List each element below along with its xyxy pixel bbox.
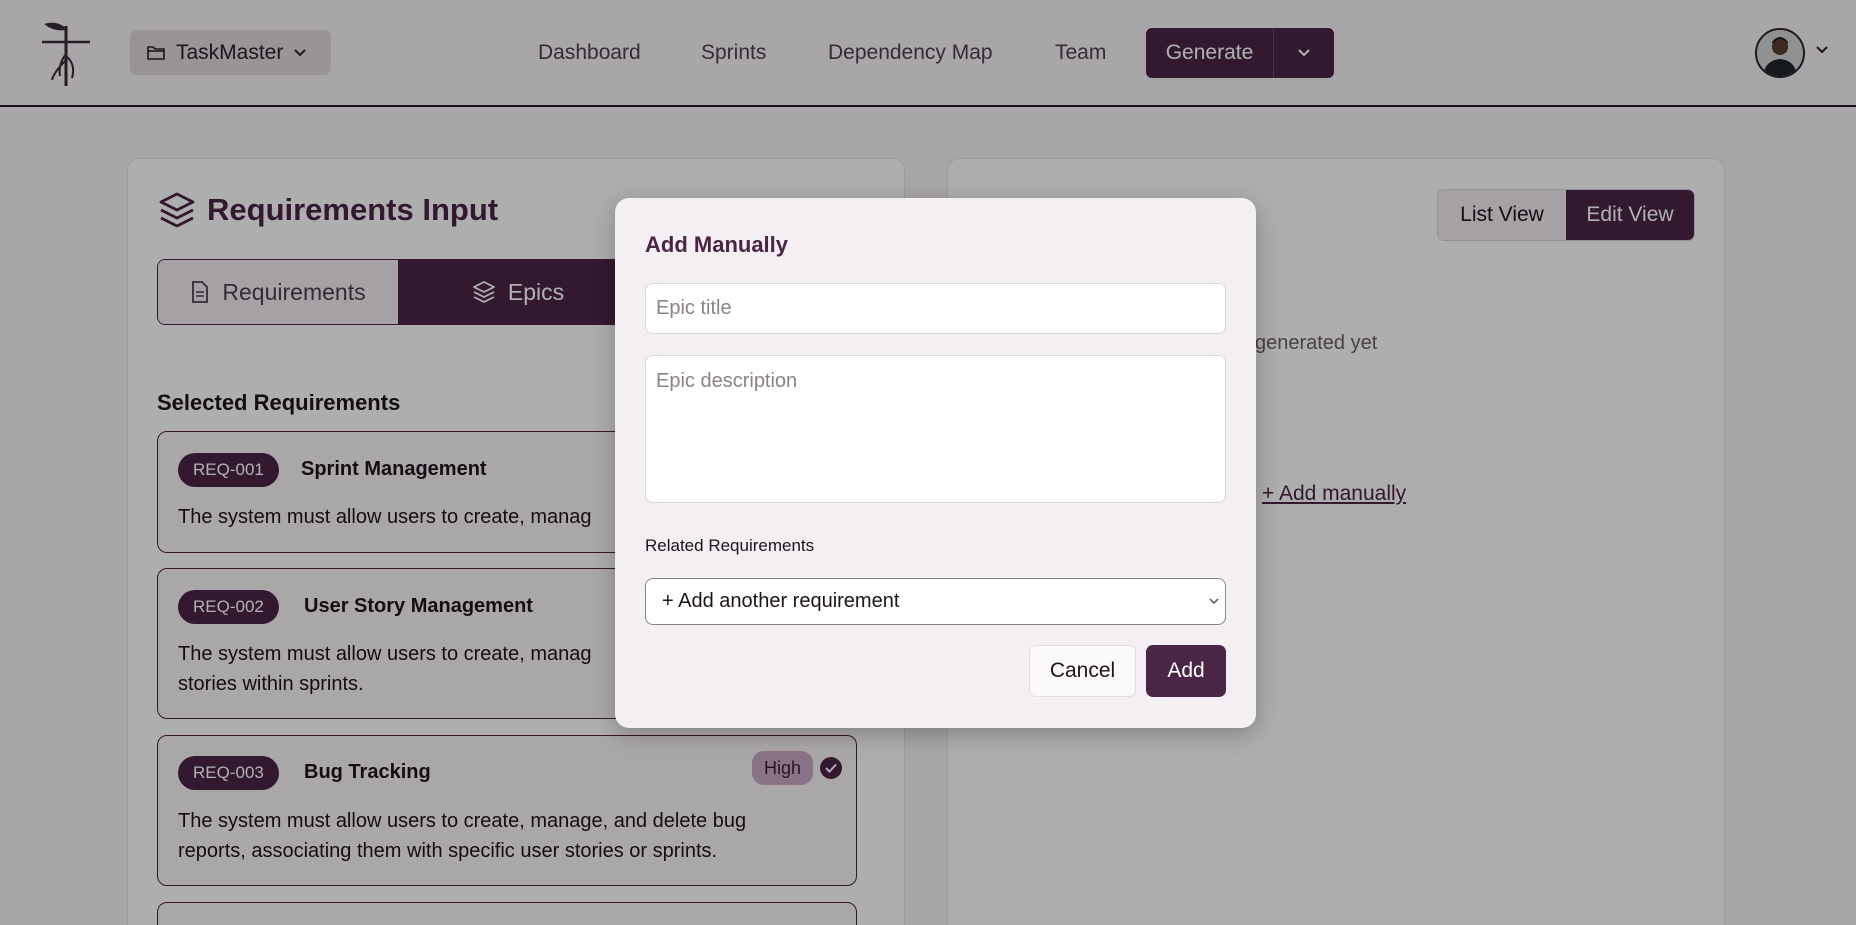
modal-title: Add Manually bbox=[645, 232, 789, 257]
requirement-select-value: + Add another requirement bbox=[662, 590, 900, 612]
epic-description-input[interactable] bbox=[645, 355, 1226, 503]
related-requirements-label: Related Requirements bbox=[645, 536, 815, 555]
cancel-button[interactable]: Cancel bbox=[1029, 645, 1136, 697]
chevron-down-icon bbox=[1209, 598, 1219, 605]
epic-title-input[interactable] bbox=[645, 283, 1226, 334]
add-epic-modal: Add Manually Related Requirements + Add … bbox=[615, 198, 1256, 728]
add-button[interactable]: Add bbox=[1146, 645, 1226, 697]
requirement-select[interactable]: + Add another requirement bbox=[645, 578, 1226, 625]
